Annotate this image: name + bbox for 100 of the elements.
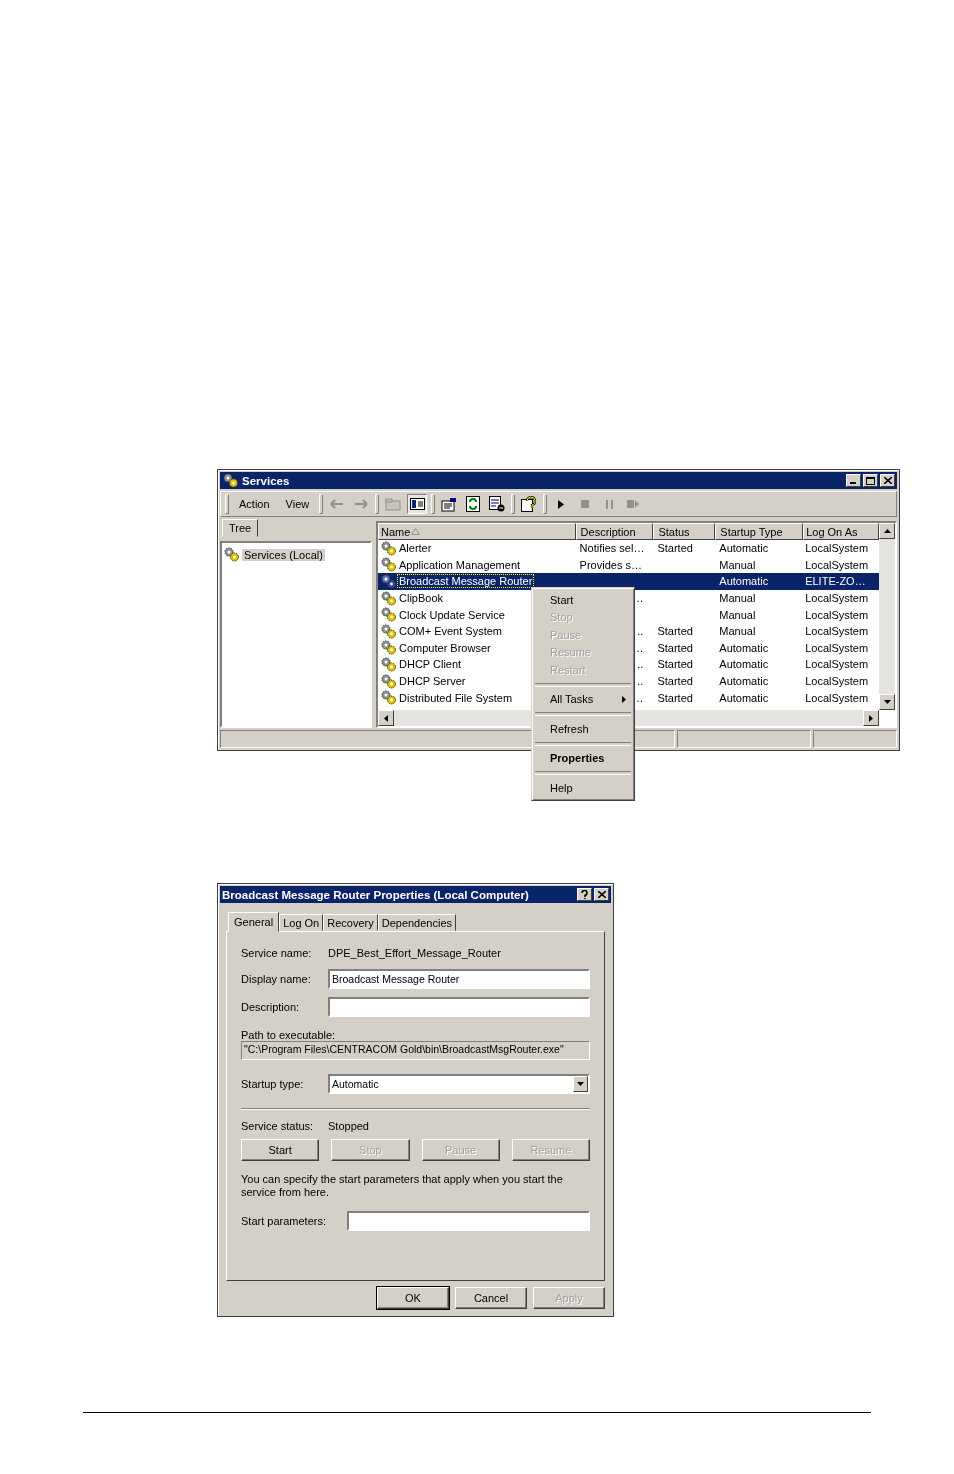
column-header[interactable]: Status	[653, 523, 716, 540]
gears-icon	[380, 607, 397, 623]
service-name-value: DPE_Best_Effort_Message_Router	[328, 947, 502, 959]
gears-icon	[223, 547, 240, 562]
minimize-button[interactable]	[846, 474, 861, 487]
table-cell: LocalSystem	[805, 658, 869, 671]
field-label: Path to executable:	[241, 1029, 337, 1041]
menu-item[interactable]: Properties	[534, 749, 632, 767]
gears-icon	[380, 640, 397, 656]
table-cell: LocalSystem	[805, 558, 869, 571]
table-cell[interactable]: Broadcast Message Router	[398, 575, 534, 588]
table-cell: ..	[637, 675, 644, 688]
close-button[interactable]	[880, 474, 895, 487]
table-cell: Started	[657, 691, 693, 704]
gears-icon	[380, 557, 397, 573]
table-cell: Manual	[719, 625, 756, 638]
field-label: Description:	[241, 1001, 301, 1013]
menu-item[interactable]: View	[279, 496, 316, 512]
path-field: "C:\Program Files\CENTRACOM Gold\bin\BroadcastMsgRouter.exe"	[241, 1041, 590, 1060]
table-cell[interactable]: DHCP Client	[398, 658, 463, 671]
gears-icon	[380, 590, 397, 606]
table-cell: Automatic	[719, 675, 769, 688]
gears-icon	[380, 574, 397, 589]
table-cell: LocalSystem	[805, 641, 869, 654]
down-arrow-icon[interactable]	[883, 700, 891, 704]
column-header[interactable]: Description	[575, 523, 654, 540]
dialog-button[interactable]: Cancel	[455, 1287, 527, 1309]
menu-item[interactable]: Action	[233, 496, 276, 512]
service-status-value: Stopped	[328, 1120, 370, 1132]
input-field[interactable]: Broadcast Message Router	[328, 969, 590, 989]
submenu-arrow-icon	[622, 695, 626, 703]
tab[interactable]: General	[228, 912, 280, 932]
field-label: Display name:	[241, 973, 312, 985]
table-cell: Started	[657, 542, 693, 555]
table-cell: LocalSystem	[805, 608, 869, 621]
vertical-scrollbar[interactable]	[879, 523, 895, 710]
field-label: Start parameters:	[241, 1215, 327, 1227]
menu-item[interactable]: Start	[534, 591, 632, 609]
gears-icon	[380, 540, 397, 556]
table-cell: LocalSystem	[805, 691, 869, 704]
up-arrow-icon[interactable]	[883, 529, 891, 533]
table-cell: Manual	[719, 558, 756, 571]
table-cell: …	[632, 691, 644, 704]
table-cell: Started	[657, 625, 693, 638]
table-cell: …	[632, 592, 644, 605]
table-cell: Started	[657, 658, 693, 671]
tab[interactable]: Log On	[279, 914, 324, 931]
table-cell[interactable]: Computer Browser	[398, 641, 492, 654]
table-cell[interactable]: DHCP Server	[398, 675, 467, 688]
table-cell[interactable]: Distributed File System	[398, 691, 514, 704]
table-cell[interactable]: ClipBook	[398, 592, 445, 605]
gears-icon	[380, 673, 397, 689]
gears-icon	[380, 623, 397, 639]
tree-tab[interactable]: Tree	[222, 519, 259, 537]
table-cell: ..	[637, 658, 644, 671]
input-field[interactable]	[347, 1211, 590, 1231]
table-cell: Manual	[719, 592, 756, 605]
table-cell: Automatic	[719, 575, 769, 588]
tab[interactable]: Recovery	[323, 914, 378, 931]
table-cell[interactable]: COM+ Event System	[398, 625, 503, 638]
column-header[interactable]: Name	[378, 523, 576, 540]
right-arrow-icon[interactable]	[869, 714, 873, 722]
service-control-button[interactable]: Start	[241, 1139, 320, 1161]
field-label: Service status:	[241, 1120, 315, 1132]
menu-item[interactable]: All Tasks	[534, 690, 632, 708]
table-cell: ..	[637, 625, 644, 638]
question-mark-icon	[581, 890, 588, 899]
table-cell: LocalSystem	[805, 675, 869, 688]
tree-item[interactable]: Services (Local)	[242, 548, 325, 561]
menu-item[interactable]: Refresh	[534, 720, 632, 738]
table-cell: Automatic	[719, 658, 769, 671]
table-cell[interactable]: Alerter	[398, 542, 433, 555]
tree-toggle-icon[interactable]	[407, 494, 428, 514]
help-button[interactable]	[577, 888, 592, 901]
menu-item[interactable]: Help	[534, 779, 632, 797]
table-cell: Started	[657, 641, 693, 654]
dialog-button[interactable]: OK	[377, 1287, 449, 1309]
tab[interactable]: Dependencies	[377, 914, 457, 931]
gears-icon	[222, 473, 239, 488]
close-icon	[883, 477, 892, 484]
close-button[interactable]	[594, 888, 609, 901]
table-cell: Manual	[719, 608, 756, 621]
close-icon	[597, 891, 606, 898]
field-label: Startup type:	[241, 1078, 305, 1090]
window-title: Services	[242, 474, 290, 487]
hint-text: You can specify the start parameters that apply when you start the service from here.	[241, 1173, 564, 1199]
table-cell: Started	[657, 675, 693, 688]
table-cell[interactable]: Clock Update Service	[398, 608, 506, 621]
column-header[interactable]: Log On As	[803, 523, 879, 540]
table-cell[interactable]: Application Management	[398, 558, 522, 571]
maximize-button[interactable]	[863, 474, 878, 487]
table-cell: LocalSystem	[805, 592, 869, 605]
dropdown-field[interactable]: Automatic	[328, 1074, 590, 1094]
table-cell: …	[632, 641, 644, 654]
column-header[interactable]: Startup Type	[715, 523, 804, 540]
table-cell: Notifies sel…	[579, 542, 645, 555]
input-field[interactable]	[328, 997, 590, 1017]
left-arrow-icon[interactable]	[384, 714, 388, 722]
maximize-icon	[866, 476, 875, 485]
table-cell: LocalSystem	[805, 542, 869, 555]
